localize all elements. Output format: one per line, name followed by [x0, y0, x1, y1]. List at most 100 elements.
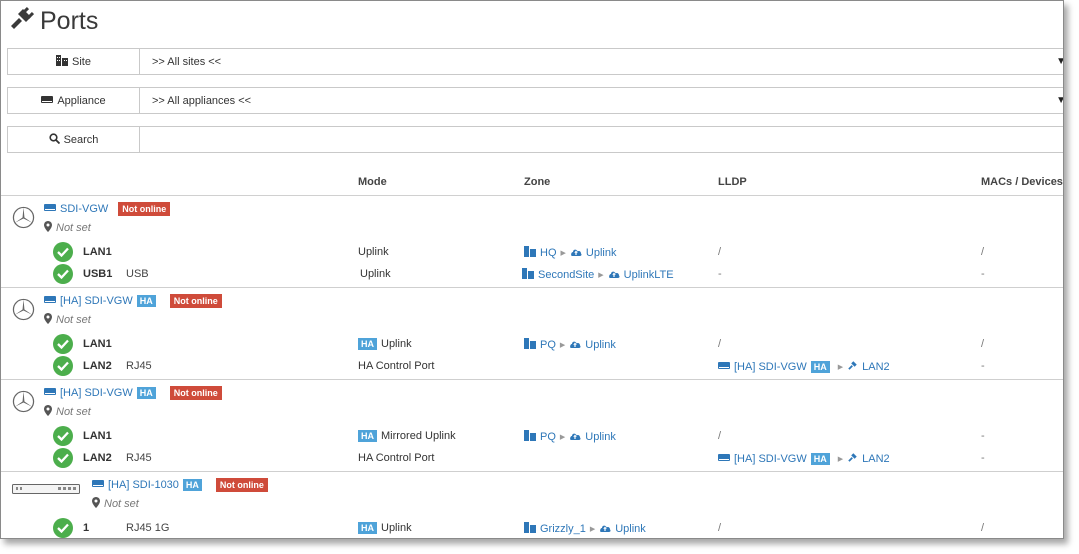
map-marker-icon: [44, 221, 52, 235]
appliance-group: [HA] SDI-VGW HA Not online Not set LAN1 …: [1, 380, 1063, 472]
lldp-port-link[interactable]: LAN2: [862, 453, 890, 465]
column-header-mode[interactable]: Mode: [358, 176, 387, 188]
zone-site-link[interactable]: Grizzly_1: [540, 523, 586, 535]
ha-badge: HA: [358, 522, 377, 534]
table-row[interactable]: LAN2 RJ45 HA Control Port [HA] SDI-VGW H…: [1, 356, 1063, 378]
mercedes-logo-icon: [12, 298, 35, 326]
ha-badge: HA: [136, 387, 156, 399]
map-marker-icon: [44, 313, 52, 327]
appliance-select-value[interactable]: >> All appliances <<: [140, 88, 1063, 113]
search-input[interactable]: [140, 127, 1063, 152]
zone-uplink-link[interactable]: Uplink: [585, 339, 616, 351]
search-bar: Search: [7, 126, 1063, 153]
port-mode: Uplink: [358, 246, 389, 258]
appliance-header: [HA] SDI-1030 HA Not online: [92, 478, 268, 492]
ports-window: Ports Site >> All sites << ▼ Appliance >…: [0, 0, 1064, 539]
check-circle-icon: [53, 448, 73, 468]
column-header-zone[interactable]: Zone: [524, 176, 550, 188]
appliance-icon: [92, 479, 104, 491]
status-badge: Not online: [169, 294, 222, 308]
lldp-value: /: [718, 430, 722, 442]
plug-icon: [847, 360, 858, 374]
location: Not set: [44, 405, 91, 419]
ha-badge: HA: [182, 479, 202, 491]
zone-site-link[interactable]: PQ: [540, 339, 556, 351]
appliance-link[interactable]: [HA] SDI-VGW: [60, 295, 133, 307]
port-type: RJ45: [126, 452, 152, 464]
zone-site-link[interactable]: SecondSite: [538, 269, 594, 281]
zone-site-link[interactable]: PQ: [540, 431, 556, 443]
appliance-group: SDI-VGW Not online Not set LAN1 Uplink H…: [1, 196, 1063, 288]
appliance-icon: [718, 361, 730, 373]
zone-site-link[interactable]: HQ: [540, 247, 557, 259]
search-icon: [48, 132, 60, 147]
zone-uplink-link[interactable]: Uplink: [585, 431, 616, 443]
location: Not set: [44, 221, 91, 235]
table-row[interactable]: 1 RJ45 1G HA Uplink Grizzly_1 ▶ Uplink /…: [1, 518, 1063, 538]
appliance-filter[interactable]: Appliance >> All appliances << ▼: [7, 87, 1063, 114]
port-type: RJ45: [126, 360, 152, 372]
site-select-value[interactable]: >> All sites <<: [140, 49, 1063, 74]
column-header-macs[interactable]: MACs / Devices: [981, 176, 1063, 188]
table-row[interactable]: LAN1 HA Mirrored Uplink PQ ▶ Uplink / -: [1, 426, 1063, 448]
building-icon: [56, 54, 69, 69]
appliance-group: [HA] SDI-VGW HA Not online Not set LAN1 …: [1, 288, 1063, 380]
column-header-lldp[interactable]: LLDP: [718, 176, 747, 188]
port-name: LAN2: [83, 452, 112, 464]
check-circle-icon: [53, 242, 73, 262]
port-name: 1: [83, 522, 90, 534]
building-icon: [524, 430, 536, 444]
cloud-upload-icon: [569, 431, 581, 444]
appliance-icon: [41, 95, 54, 107]
plug-icon: [8, 6, 35, 37]
lldp-value: /: [718, 246, 722, 258]
port-zone: PQ ▶ Uplink: [524, 338, 616, 352]
appliance-link[interactable]: [HA] SDI-1030: [108, 479, 179, 491]
lldp-device-link[interactable]: [HA] SDI-VGW: [734, 361, 807, 373]
page-header: Ports: [8, 5, 98, 37]
site-filter-label: Site: [8, 49, 140, 74]
table-row[interactable]: LAN1 Uplink HQ ▶ Uplink / /: [1, 242, 1063, 264]
port-zone: SecondSite ▶ UplinkLTE: [522, 268, 674, 282]
table-row[interactable]: USB1 USB Uplink SecondSite ▶ UplinkLTE -…: [1, 264, 1063, 286]
site-filter[interactable]: Site >> All sites << ▼: [7, 48, 1063, 75]
appliance-header: [HA] SDI-VGW HA Not online: [44, 294, 222, 308]
port-name: LAN1: [83, 430, 112, 442]
lldp-neighbor: [HA] SDI-VGW HA ▶ LAN2: [718, 360, 890, 374]
zone-uplink-link[interactable]: UplinkLTE: [624, 269, 674, 281]
lldp-port-link[interactable]: LAN2: [862, 361, 890, 373]
macs-value: -: [981, 268, 985, 280]
appliance-header: [HA] SDI-VGW HA Not online: [44, 386, 222, 400]
chevron-down-icon[interactable]: ▼: [1056, 56, 1063, 67]
page-title: Ports: [40, 6, 99, 35]
appliance-link[interactable]: SDI-VGW: [60, 203, 108, 215]
zone-uplink-link[interactable]: Uplink: [586, 247, 617, 259]
table-row[interactable]: LAN1 HA Uplink PQ ▶ Uplink / /: [1, 334, 1063, 356]
appliance-icon: [44, 203, 56, 215]
caret-right-icon: ▶: [837, 364, 844, 371]
port-zone: PQ ▶ Uplink: [524, 430, 616, 444]
port-mode: HA Uplink: [358, 338, 412, 350]
lldp-device-link[interactable]: [HA] SDI-VGW: [734, 453, 807, 465]
ha-badge: HA: [358, 338, 377, 350]
zone-uplink-link[interactable]: Uplink: [615, 523, 646, 535]
table-row[interactable]: LAN2 RJ45 HA Control Port [HA] SDI-VGW H…: [1, 448, 1063, 470]
chevron-down-icon[interactable]: ▼: [1056, 95, 1063, 106]
port-name: LAN2: [83, 360, 112, 372]
lldp-value: -: [718, 268, 722, 280]
status-badge: Not online: [169, 386, 222, 400]
table-header: Mode Zone LLDP MACs / Devices: [1, 171, 1063, 196]
search-button[interactable]: Search: [8, 127, 140, 152]
appliance-link[interactable]: [HA] SDI-VGW: [60, 387, 133, 399]
appliance-icon: [44, 387, 56, 399]
check-circle-icon: [53, 264, 73, 284]
macs-value: -: [981, 430, 985, 442]
status-badge: Not online: [118, 202, 171, 216]
ha-badge: HA: [810, 361, 830, 373]
port-zone: HQ ▶ Uplink: [524, 246, 616, 260]
plug-icon: [847, 452, 858, 466]
building-icon: [524, 338, 536, 352]
ha-badge: HA: [136, 295, 156, 307]
port-mode: HA Control Port: [358, 360, 435, 372]
cloud-upload-icon: [569, 339, 581, 352]
